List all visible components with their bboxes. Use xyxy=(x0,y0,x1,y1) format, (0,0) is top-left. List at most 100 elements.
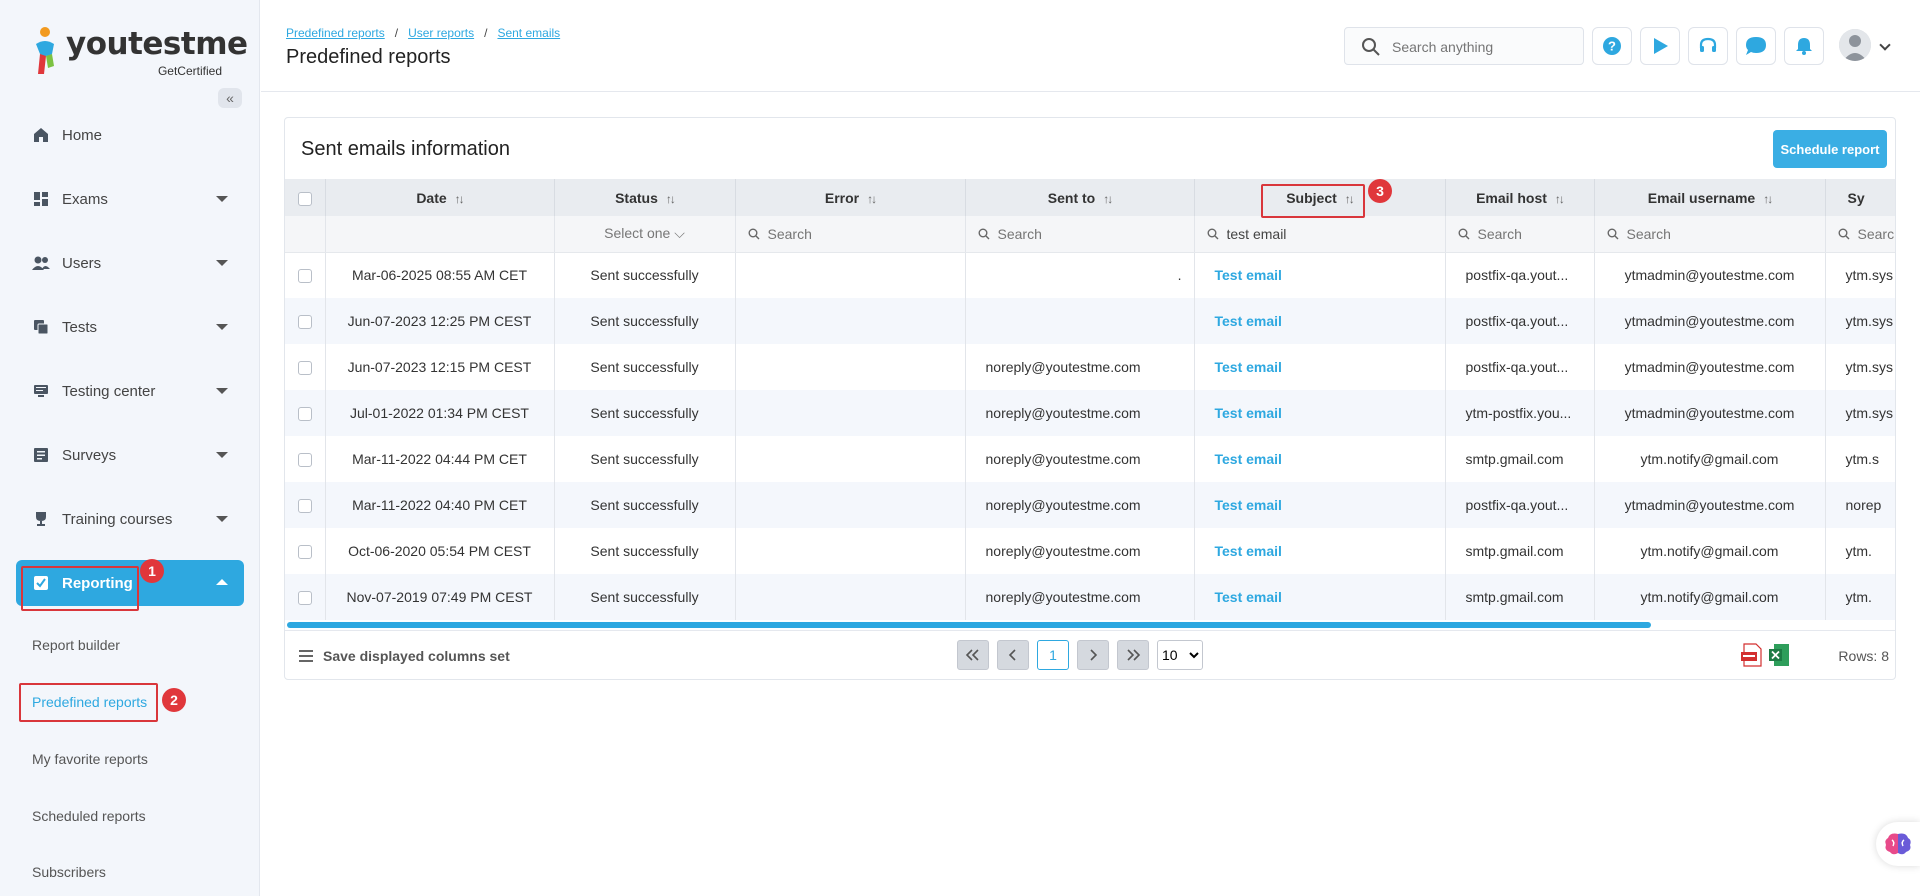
sent-to-cell: noreply@youtestme.com xyxy=(965,390,1195,436)
column-header-sent-to[interactable]: Sent to ↑↓ xyxy=(965,179,1195,216)
row-select-cell xyxy=(285,574,326,620)
column-header-status[interactable]: Status ↑↓ xyxy=(554,179,736,216)
table-row[interactable]: Jul-01-2022 01:34 PM CEST Sent successfu… xyxy=(285,390,1895,436)
column-header-email-host[interactable]: Email host ↑↓ xyxy=(1445,179,1595,216)
date-cell: Oct-06-2020 05:54 PM CEST xyxy=(325,528,555,574)
ai-assistant-button[interactable] xyxy=(1876,822,1920,866)
row-select-cell xyxy=(285,298,326,344)
table-row[interactable]: Nov-07-2019 07:49 PM CEST Sent successfu… xyxy=(285,574,1895,620)
page-number-button[interactable]: 1 xyxy=(1037,640,1069,670)
sidebar-item-label: Training courses xyxy=(62,510,173,528)
chat-button[interactable] xyxy=(1736,27,1776,65)
column-header-label: Sy xyxy=(1847,189,1865,206)
column-header-error[interactable]: Error ↑↓ xyxy=(735,179,966,216)
save-columns-button[interactable]: Save displayed columns set xyxy=(299,648,510,664)
row-checkbox[interactable] xyxy=(297,269,312,284)
table-row[interactable]: Oct-06-2020 05:54 PM CEST Sent successfu… xyxy=(285,528,1895,574)
subject-link[interactable]: Test email xyxy=(1194,344,1446,390)
subject-link[interactable]: Test email xyxy=(1194,482,1446,528)
sent-to-cell: noreply@youtestme.com xyxy=(965,436,1195,482)
subject-link[interactable]: Test email xyxy=(1194,436,1446,482)
subject-link[interactable]: Test email xyxy=(1194,528,1446,574)
row-checkbox[interactable] xyxy=(297,315,312,330)
sidebar-subitem-scheduled-reports[interactable]: Scheduled reports xyxy=(32,808,146,824)
page-size-select[interactable]: 10 xyxy=(1157,640,1203,670)
sy-filter-input[interactable] xyxy=(1857,225,1895,242)
avatar[interactable] xyxy=(1839,29,1871,61)
next-page-button[interactable] xyxy=(1077,640,1109,670)
notifications-button[interactable] xyxy=(1784,27,1824,65)
email-host-filter-input[interactable] xyxy=(1477,225,1582,242)
date-cell: Nov-07-2019 07:49 PM CEST xyxy=(325,574,555,620)
global-search[interactable] xyxy=(1344,27,1584,65)
logo-text: youtestme xyxy=(66,26,248,62)
filter-status[interactable]: Select one ⌵ xyxy=(554,216,736,253)
row-checkbox[interactable] xyxy=(297,591,312,606)
subject-filter-input[interactable] xyxy=(1226,225,1433,242)
subject-link[interactable]: Test email xyxy=(1194,298,1446,344)
column-header-date[interactable]: Date ↑↓ xyxy=(325,179,555,216)
sidebar-item-surveys[interactable]: Surveys xyxy=(16,432,244,478)
sidebar-item-label: Users xyxy=(62,254,102,272)
column-header-label: Error xyxy=(824,189,860,206)
table-row[interactable]: Jun-07-2023 12:15 PM CEST Sent successfu… xyxy=(285,344,1895,390)
sidebar-item-tests[interactable]: Tests xyxy=(16,304,244,350)
help-button[interactable]: ? xyxy=(1592,27,1632,65)
column-header-sy[interactable]: Sy xyxy=(1825,179,1895,216)
select-all-checkbox[interactable] xyxy=(297,191,312,206)
sidebar-item-home[interactable]: Home xyxy=(16,112,244,158)
table-row[interactable]: Mar-06-2025 08:55 AM CET Sent successful… xyxy=(285,252,1895,298)
sort-icon[interactable]: ↑↓ xyxy=(1555,192,1565,206)
breadcrumb-link-user-reports[interactable]: User reports xyxy=(408,26,474,40)
play-tutorial-button[interactable] xyxy=(1640,27,1680,65)
table-row[interactable]: Mar-11-2022 04:44 PM CET Sent successful… xyxy=(285,436,1895,482)
email-username-filter-input[interactable] xyxy=(1626,225,1813,242)
row-checkbox[interactable] xyxy=(297,361,312,376)
breadcrumb-separator: / xyxy=(394,26,399,40)
breadcrumb-link-predefined-reports[interactable]: Predefined reports xyxy=(286,26,385,40)
sidebar-subitem-my-favorite-reports[interactable]: My favorite reports xyxy=(32,751,148,767)
sidebar-item-users[interactable]: Users xyxy=(16,240,244,286)
sidebar-item-exams[interactable]: Exams xyxy=(16,176,244,222)
bell-icon xyxy=(1796,38,1812,55)
first-page-button[interactable] xyxy=(957,640,989,670)
sort-icon[interactable]: ↑↓ xyxy=(1763,192,1773,206)
sent-to-filter-input[interactable] xyxy=(997,225,1182,242)
export-excel-icon[interactable] xyxy=(1769,643,1791,667)
export-pdf-icon[interactable] xyxy=(1741,643,1763,667)
row-checkbox[interactable] xyxy=(297,545,312,560)
horizontal-scrollbar[interactable] xyxy=(287,622,1651,628)
sent-to-cell xyxy=(965,298,1195,344)
table-row[interactable]: Mar-11-2022 04:40 PM CET Sent successful… xyxy=(285,482,1895,528)
logo[interactable]: youtestme GetCertified xyxy=(32,24,248,80)
sidebar-item-training-courses[interactable]: Training courses xyxy=(16,496,244,542)
error-filter-input[interactable] xyxy=(767,225,953,242)
subject-link[interactable]: Test email xyxy=(1194,252,1446,298)
date-cell: Jun-07-2023 12:25 PM CEST xyxy=(325,298,555,344)
sort-icon[interactable]: ↑↓ xyxy=(1103,192,1113,206)
row-checkbox[interactable] xyxy=(297,499,312,514)
column-header-email-username[interactable]: Email username ↑↓ xyxy=(1594,179,1826,216)
status-filter-select[interactable]: Select one xyxy=(604,225,670,241)
sort-icon[interactable]: ↑↓ xyxy=(666,192,676,206)
sidebar-subitem-subscribers[interactable]: Subscribers xyxy=(32,864,106,880)
sidebar-item-testing-center[interactable]: Testing center xyxy=(16,368,244,414)
row-checkbox[interactable] xyxy=(297,407,312,422)
row-checkbox[interactable] xyxy=(297,453,312,468)
chevron-double-left-icon xyxy=(965,649,979,661)
previous-page-button[interactable] xyxy=(997,640,1029,670)
subject-link[interactable]: Test email xyxy=(1194,390,1446,436)
table-row[interactable]: Jun-07-2023 12:25 PM CEST Sent successfu… xyxy=(285,298,1895,344)
subject-link[interactable]: Test email xyxy=(1194,574,1446,620)
sort-icon[interactable]: ↑↓ xyxy=(867,192,877,206)
breadcrumb-link-sent-emails[interactable]: Sent emails xyxy=(497,26,560,40)
collapse-sidebar-button[interactable]: « xyxy=(218,88,242,108)
sort-icon[interactable]: ↑↓ xyxy=(455,192,465,206)
schedule-report-button[interactable]: Schedule report xyxy=(1773,130,1887,168)
global-search-input[interactable] xyxy=(1392,37,1572,57)
sidebar-subitem-report-builder[interactable]: Report builder xyxy=(32,637,120,653)
last-page-button[interactable] xyxy=(1117,640,1149,670)
step-marker-1: 1 xyxy=(140,559,164,583)
support-button[interactable] xyxy=(1688,27,1728,65)
chevron-down-icon[interactable] xyxy=(1879,39,1891,51)
